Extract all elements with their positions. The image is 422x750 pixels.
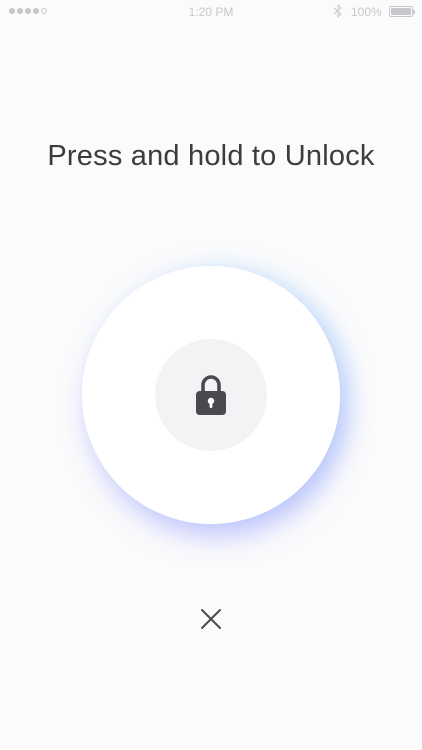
battery-icon <box>389 6 415 17</box>
bluetooth-icon <box>333 4 342 18</box>
unlock-button[interactable] <box>82 266 340 524</box>
unlock-screen: 1:20 PM 100% Press and hold to Unlock <box>0 0 422 750</box>
close-button[interactable] <box>196 604 226 634</box>
lock-disc <box>155 339 267 451</box>
unlock-prompt: Press and hold to Unlock <box>47 140 375 172</box>
battery-percent: 100% <box>351 5 382 19</box>
status-bar: 1:20 PM 100% <box>0 0 422 24</box>
lock-icon <box>196 375 226 415</box>
close-icon <box>201 609 221 629</box>
